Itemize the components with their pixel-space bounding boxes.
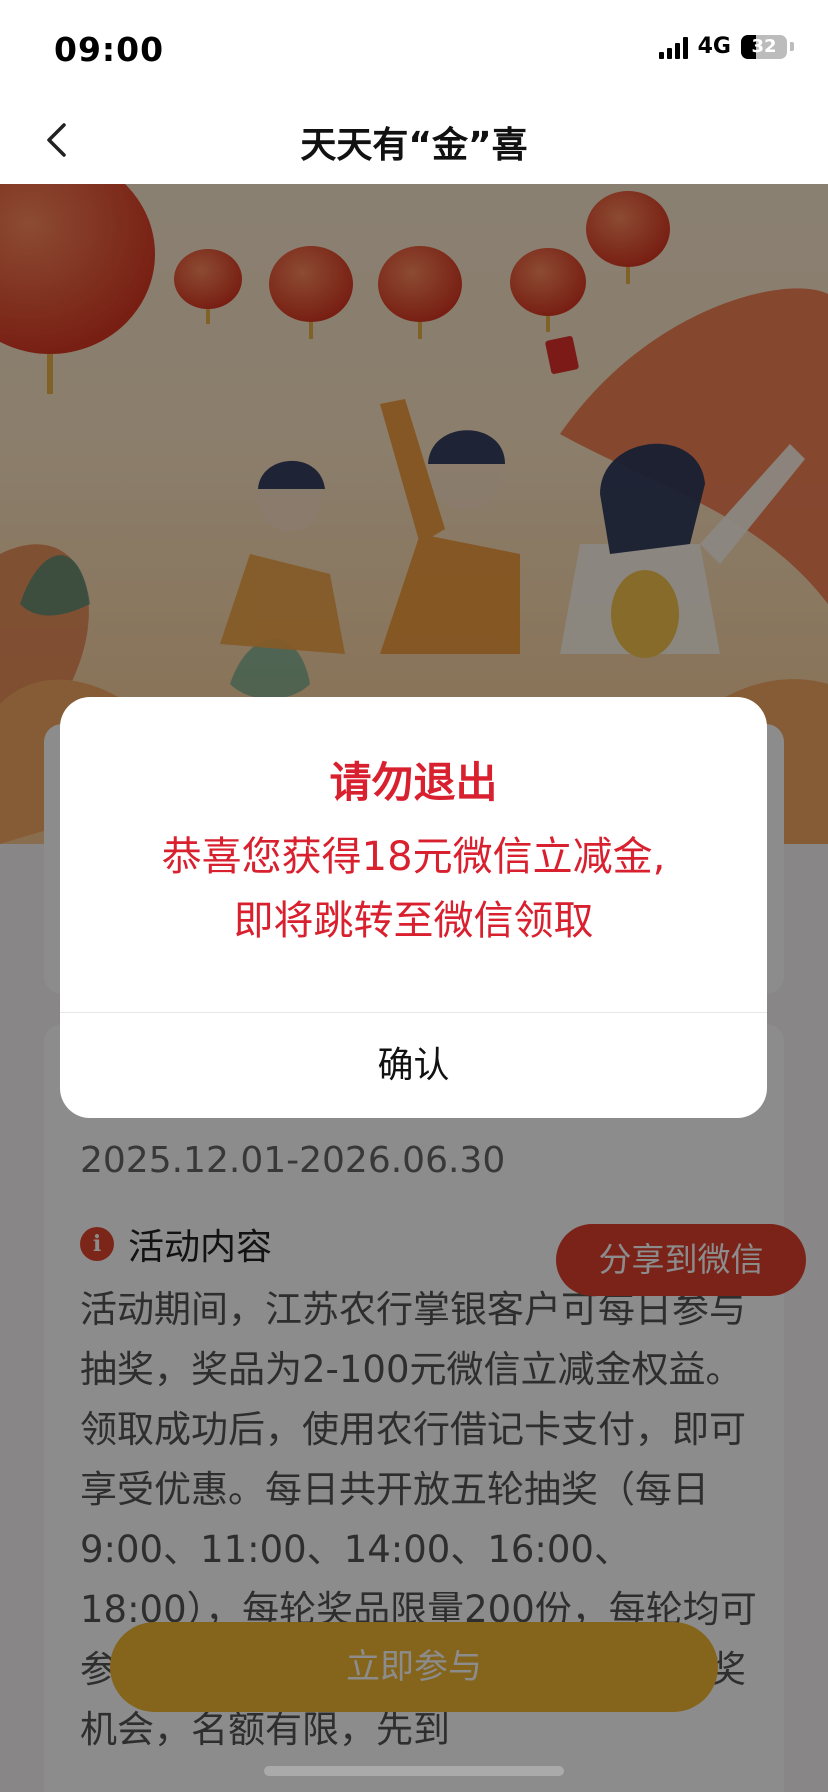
dialog-title: 请勿退出 xyxy=(329,758,498,807)
battery-level: 32 xyxy=(751,35,777,57)
status-indicators: 4G 32 xyxy=(658,34,794,59)
confirm-button[interactable]: 确认 xyxy=(60,1013,767,1118)
dialog-message: 恭喜您获得18元微信立减金, 即将跳转至微信领取 xyxy=(100,825,727,953)
signal-icon xyxy=(658,35,688,59)
battery-tip xyxy=(790,42,794,51)
network-type: 4G xyxy=(697,34,731,59)
dialog-message-line1: 恭喜您获得18元微信立减金, xyxy=(161,834,666,880)
status-bar: 09:00 4G 32 xyxy=(0,0,828,96)
dialog-message-line2: 即将跳转至微信领取 xyxy=(233,898,594,944)
status-time: 09:00 xyxy=(54,30,165,69)
nav-bar: 天天有“金”喜 xyxy=(0,96,828,184)
battery-icon: 32 xyxy=(741,34,787,59)
reward-dialog: 请勿退出 恭喜您获得18元微信立减金, 即将跳转至微信领取 确认 xyxy=(60,697,767,1118)
page-title: 天天有“金”喜 xyxy=(300,125,528,166)
home-indicator xyxy=(264,1766,564,1776)
